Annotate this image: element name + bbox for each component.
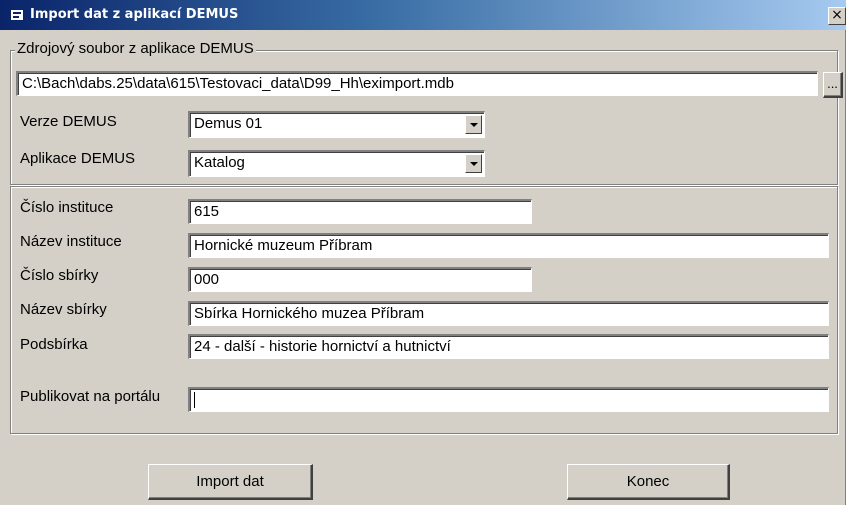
publish-field[interactable]	[188, 387, 829, 412]
version-select[interactable]: Demus 01	[188, 111, 485, 138]
window-title: Import dat z aplikací DEMUS	[30, 7, 239, 22]
source-group-legend: Zdrojový soubor z aplikace DEMUS	[15, 40, 256, 57]
application-select-value: Katalog	[194, 154, 245, 171]
institution-number-label: Číslo instituce	[20, 199, 114, 216]
subcollection-label: Podsbírka	[20, 336, 88, 353]
chevron-down-icon[interactable]	[465, 154, 482, 173]
close-button[interactable]: ×	[828, 7, 846, 25]
publish-label: Publikovat na portálu	[20, 388, 161, 405]
collection-name-label: Název sbírky	[20, 301, 107, 318]
collection-name-field[interactable]: Sbírka Hornického muzea Příbram	[188, 301, 829, 326]
source-path-field[interactable]: C:\Bach\dabs.25\data\615\Testovaci_data\…	[16, 71, 818, 96]
app-icon	[10, 9, 24, 21]
collection-number-label: Číslo sbírky	[20, 267, 99, 284]
institution-number-field[interactable]: 615	[188, 199, 532, 224]
application-label: Aplikace DEMUS	[20, 150, 136, 167]
chevron-down-icon[interactable]	[465, 115, 482, 134]
collection-number-field[interactable]: 000	[188, 267, 532, 292]
title-bar[interactable]: Import dat z aplikací DEMUS ×	[0, 0, 846, 30]
text-cursor	[194, 392, 195, 409]
version-select-value: Demus 01	[194, 115, 263, 132]
application-select[interactable]: Katalog	[188, 150, 485, 177]
browse-button[interactable]: ...	[823, 72, 843, 98]
subcollection-field[interactable]: 24 - další - historie hornictví a hutnic…	[188, 334, 829, 359]
version-label: Verze DEMUS	[20, 113, 117, 130]
close-dialog-button[interactable]: Konec	[567, 464, 730, 500]
import-dialog: Import dat z aplikací DEMUS × Zdrojový s…	[0, 0, 846, 505]
import-button[interactable]: Import dat	[148, 464, 313, 500]
institution-name-label: Název instituce	[20, 233, 122, 250]
institution-name-field[interactable]: Hornické muzeum Příbram	[188, 233, 829, 258]
